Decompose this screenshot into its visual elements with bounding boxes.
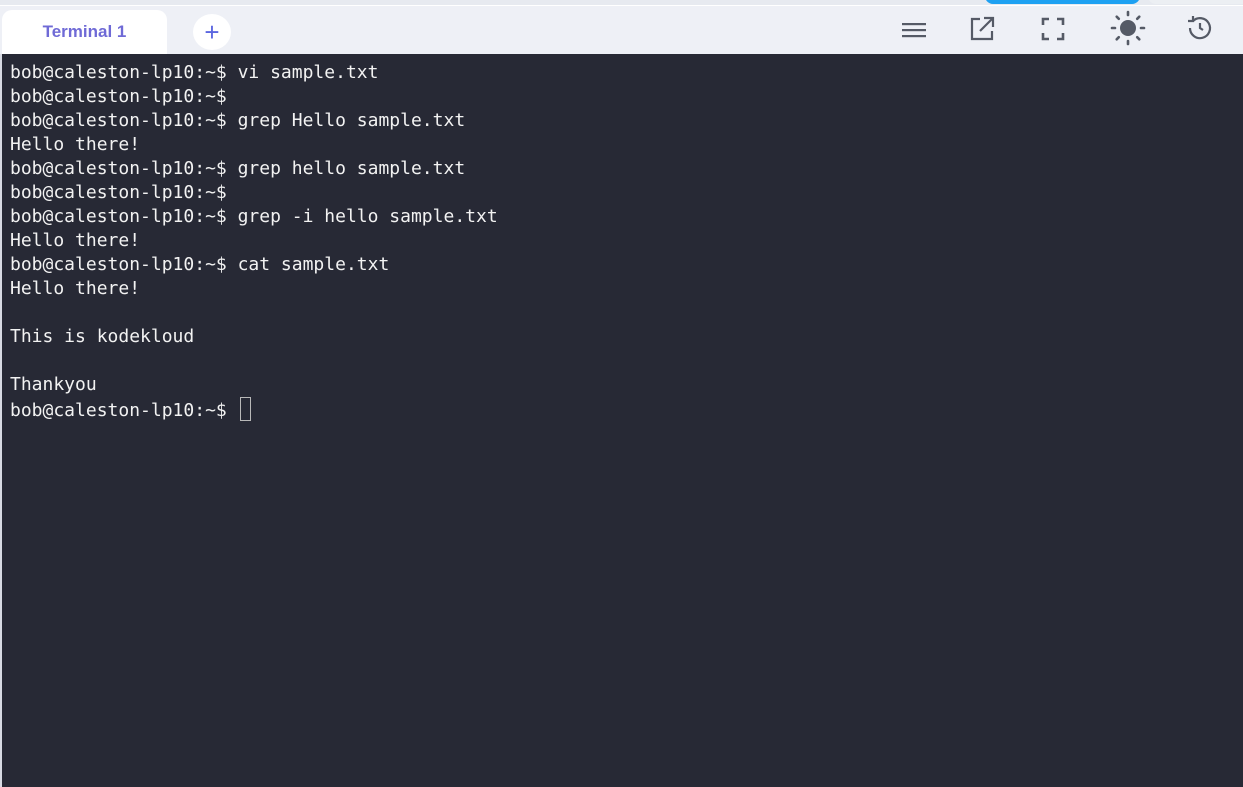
terminal-output[interactable]: bob@caleston-lp10:~$ vi sample.txt bob@c… bbox=[2, 54, 1243, 787]
tab-terminal-1[interactable]: Terminal 1 bbox=[2, 10, 167, 54]
terminal-line: bob@caleston-lp10:~$ cat sample.txt bbox=[10, 254, 390, 275]
tab-bar: Terminal 1 + bbox=[0, 6, 1243, 54]
theme-sun-icon bbox=[1110, 10, 1146, 46]
fullscreen-icon bbox=[1041, 17, 1065, 41]
tab-label: Terminal 1 bbox=[42, 22, 127, 41]
terminal-prompt-line[interactable]: bob@caleston-lp10:~$ bbox=[10, 397, 1243, 421]
restore-history-button[interactable] bbox=[1181, 10, 1217, 46]
terminal-line: bob@caleston-lp10:~$ bbox=[10, 86, 227, 107]
terminal-cursor bbox=[239, 397, 251, 421]
terminal-line: bob@caleston-lp10:~$ vi sample.txt bbox=[10, 62, 379, 83]
open-external-button[interactable] bbox=[964, 11, 1000, 47]
terminal-line: Hello there! bbox=[10, 134, 141, 155]
top-blue-button-edge[interactable] bbox=[985, 0, 1140, 4]
terminal-line: This is kodekloud bbox=[10, 326, 195, 347]
menu-icon bbox=[902, 23, 926, 38]
terminal-line: bob@caleston-lp10:~$ grep -i hello sampl… bbox=[10, 206, 498, 227]
terminal-line: bob@caleston-lp10:~$ grep hello sample.t… bbox=[10, 158, 466, 179]
add-tab-button[interactable]: + bbox=[193, 14, 231, 50]
terminal-line: bob@caleston-lp10:~$ grep Hello sample.t… bbox=[10, 110, 466, 131]
terminal-prompt: bob@caleston-lp10:~$ bbox=[10, 400, 238, 421]
theme-toggle-button[interactable] bbox=[1110, 10, 1146, 46]
fullscreen-button[interactable] bbox=[1035, 11, 1071, 47]
terminal-line: bob@caleston-lp10:~$ bbox=[10, 182, 227, 203]
plus-icon: + bbox=[204, 17, 220, 47]
restore-history-icon bbox=[1188, 16, 1212, 40]
terminal-line: Hello there! bbox=[10, 230, 141, 251]
terminal-app-window: Terminal 1 + bob@caleston-lp10:~$ vi sam… bbox=[0, 0, 1243, 787]
terminal-line: Hello there! bbox=[10, 278, 141, 299]
top-grey-button-edge[interactable] bbox=[1148, 0, 1243, 4]
terminal-line: Thankyou bbox=[10, 374, 97, 395]
open-external-icon bbox=[970, 16, 995, 41]
menu-button[interactable] bbox=[896, 12, 932, 48]
